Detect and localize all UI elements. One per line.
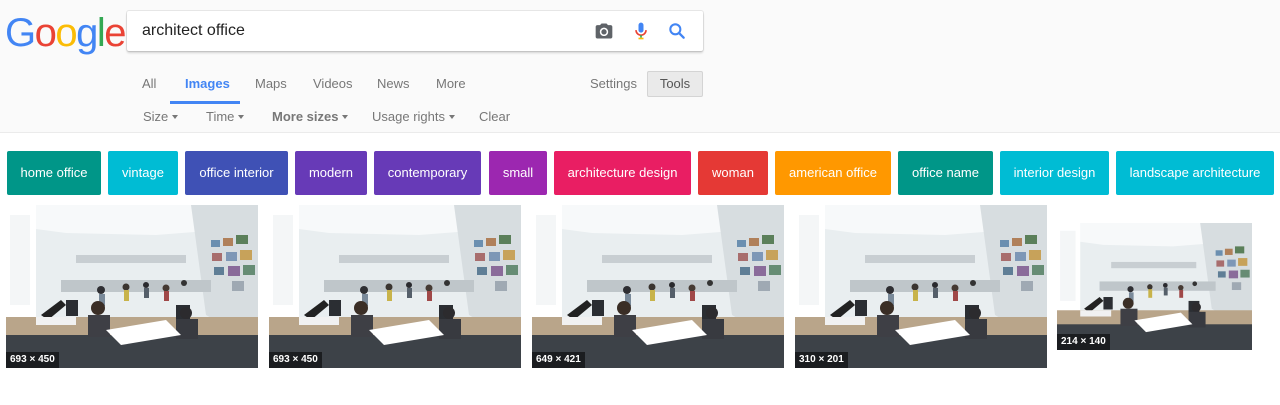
image-dimensions: 693 × 450 — [6, 352, 59, 368]
microphone-icon[interactable] — [631, 21, 651, 41]
image-dimensions: 214 × 140 — [1057, 334, 1110, 350]
image-result[interactable]: 693 × 450 — [6, 205, 258, 368]
image-results-grid: 693 × 450 693 × 450 649 × 421 310 × 201 … — [0, 205, 1280, 375]
chip-home-office[interactable]: home office — [7, 151, 101, 195]
tab-more[interactable]: More — [436, 76, 466, 92]
chip-office-name[interactable]: office name — [898, 151, 993, 195]
result-thumbnail — [795, 205, 1047, 368]
result-thumbnail — [1057, 223, 1252, 350]
settings-link[interactable]: Settings — [590, 76, 637, 92]
chip-modern[interactable]: modern — [295, 151, 367, 195]
camera-icon[interactable] — [594, 21, 614, 41]
size-filter[interactable]: Size — [143, 109, 179, 125]
time-filter[interactable]: Time — [206, 109, 245, 125]
related-search-chips: home office vintage office interior mode… — [0, 151, 1280, 195]
tab-videos[interactable]: Videos — [313, 76, 353, 92]
image-dimensions: 649 × 421 — [532, 352, 585, 368]
clear-filters-link[interactable]: Clear — [479, 109, 510, 125]
chip-contemporary[interactable]: contemporary — [374, 151, 481, 195]
search-tools-bar: Size Time More sizes Usage rights Clear — [0, 107, 1280, 127]
logo-letter: o — [55, 11, 77, 55]
image-dimensions: 693 × 450 — [269, 352, 322, 368]
active-tab-indicator — [170, 101, 240, 104]
chip-vintage[interactable]: vintage — [108, 151, 178, 195]
tab-images[interactable]: Images — [185, 76, 230, 92]
filter-label: Usage rights — [372, 109, 445, 124]
logo-letter: o — [34, 11, 57, 55]
image-result[interactable]: 693 × 450 — [269, 205, 521, 368]
filter-label: More sizes — [272, 109, 339, 124]
chip-landscape-architecture[interactable]: landscape architecture — [1116, 151, 1274, 195]
search-tabs: All Images Maps Videos News More Setting… — [0, 72, 1280, 104]
image-result[interactable]: 310 × 201 — [795, 205, 1047, 368]
chip-woman[interactable]: woman — [698, 151, 768, 195]
result-thumbnail — [6, 205, 258, 368]
result-thumbnail — [532, 205, 784, 368]
chip-american-office[interactable]: american office — [775, 151, 891, 195]
filter-label: Time — [206, 109, 235, 124]
google-logo[interactable]: Google — [5, 11, 126, 55]
search-icon[interactable] — [667, 21, 687, 41]
caret-down-icon — [342, 114, 349, 119]
caret-down-icon — [448, 114, 455, 119]
image-result[interactable]: 649 × 421 — [532, 205, 784, 368]
filter-label: Size — [143, 109, 169, 124]
logo-letter: g — [76, 11, 98, 55]
usage-rights-filter[interactable]: Usage rights — [372, 109, 455, 125]
tab-maps[interactable]: Maps — [255, 76, 287, 92]
tab-all[interactable]: All — [142, 76, 156, 92]
caret-down-icon — [172, 114, 179, 119]
search-input[interactable] — [142, 11, 582, 51]
chip-small[interactable]: small — [489, 151, 547, 195]
image-dimensions: 310 × 201 — [795, 352, 848, 368]
chip-architecture-design[interactable]: architecture design — [554, 151, 691, 195]
image-result[interactable]: 214 × 140 — [1057, 223, 1252, 350]
chip-office-interior[interactable]: office interior — [185, 151, 288, 195]
logo-letter: G — [5, 11, 36, 55]
logo-letter: e — [104, 11, 126, 55]
caret-down-icon — [238, 114, 245, 119]
tools-button[interactable]: Tools — [647, 71, 703, 97]
chip-interior-design[interactable]: interior design — [1000, 151, 1109, 195]
more-sizes-filter[interactable]: More sizes — [272, 109, 349, 125]
result-thumbnail — [269, 205, 521, 368]
tab-news[interactable]: News — [377, 76, 410, 92]
search-box — [127, 11, 703, 51]
header: Google All Images Maps Videos News More … — [0, 0, 1280, 133]
